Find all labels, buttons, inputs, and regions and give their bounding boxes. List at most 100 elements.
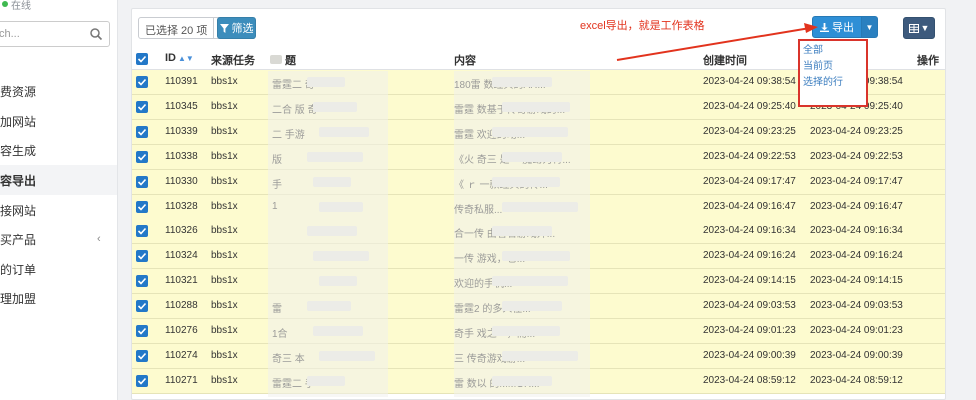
cell-updated: 2023-04-24 09:03:53 [810, 300, 903, 312]
sidebar-item-label: 容导出 [0, 173, 37, 188]
sidebar-item-buy-product[interactable]: 买产品 ‹ [0, 224, 117, 254]
cell-created: 2023-04-24 09:23:25 [703, 125, 796, 137]
select-all-checkbox[interactable] [136, 53, 148, 65]
column-header-id[interactable]: ID ▲▼ [165, 52, 194, 64]
sidebar-item-label: 买产品 [0, 232, 37, 247]
cell-updated: 2023-04-24 09:14:15 [810, 275, 903, 287]
cell-id: 110339 [165, 125, 198, 137]
cell-created: 2023-04-24 09:14:15 [703, 275, 796, 287]
row-checkbox[interactable] [136, 175, 148, 188]
cell-id: 110330 [165, 175, 198, 187]
row-checkbox[interactable] [136, 349, 148, 362]
sort-icon[interactable]: ▲▼ [178, 54, 194, 63]
cell-created: 2023-04-24 09:00:39 [703, 349, 796, 361]
column-header-created[interactable]: 创建时间 [703, 52, 747, 68]
row-checkbox[interactable] [136, 325, 148, 337]
cell-source: bbs1x [211, 100, 238, 112]
download-icon [820, 22, 829, 32]
column-header-title[interactable]: 题 [285, 52, 296, 68]
column-header-action: 操作 [917, 55, 939, 67]
sidebar-search-placeholder: ch... [0, 28, 20, 40]
cell-id: 110271 [165, 374, 198, 386]
columns-toggle-button[interactable]: ▼ [903, 17, 935, 39]
cell-created: 2023-04-24 09:16:34 [703, 225, 796, 237]
sidebar-search-input[interactable]: ch... [0, 21, 110, 47]
row-checkbox[interactable] [136, 300, 148, 313]
cell-created: 2023-04-24 08:59:12 [703, 374, 796, 386]
sidebar-item-free-resources[interactable]: 费资源 [0, 76, 117, 106]
sidebar-item-content-export[interactable]: 容导出 [0, 165, 117, 195]
table-icon [908, 23, 919, 33]
redaction-overlay [454, 71, 590, 397]
row-checkbox[interactable] [136, 125, 148, 138]
search-icon[interactable] [89, 27, 103, 41]
row-checkbox[interactable] [136, 374, 148, 387]
cell-updated: 2023-04-24 09:01:23 [810, 325, 903, 336]
online-status-label: 在线 [11, 0, 31, 12]
cell-created: 2023-04-24 09:17:47 [703, 175, 796, 187]
export-menu-item-current-page[interactable]: 当前页 [800, 59, 866, 75]
sidebar-item-label: 加网站 [0, 114, 37, 129]
sidebar-item-label: 接网站 [0, 203, 37, 218]
sidebar-item-content-generate[interactable]: 容生成 [0, 135, 117, 165]
cell-created: 2023-04-24 09:25:40 [703, 100, 796, 112]
row-checkbox[interactable] [136, 100, 148, 113]
row-checkbox[interactable] [136, 200, 148, 213]
caret-down-icon: ▼ [920, 23, 930, 33]
filter-button[interactable]: 筛选 [217, 17, 256, 39]
cell-updated: 2023-04-24 09:17:47 [810, 175, 903, 187]
cell-source: bbs1x [211, 275, 238, 287]
export-button-label: 导出 [832, 22, 854, 34]
online-dot-icon [2, 1, 8, 7]
column-header-source[interactable]: 来源任务 [211, 52, 255, 68]
export-menu-item-all[interactable]: 全部 [800, 43, 866, 59]
export-button[interactable]: 导出 [812, 16, 862, 38]
cell-id: 110391 [165, 76, 198, 87]
filter-icon [219, 23, 229, 33]
cell-created: 2023-04-24 09:38:54 [703, 76, 796, 87]
sidebar-item-franchise[interactable]: 理加盟 [0, 283, 117, 313]
cell-id: 110324 [165, 250, 198, 262]
cell-source: bbs1x [211, 300, 238, 312]
row-checkbox[interactable] [136, 76, 148, 88]
cell-id: 110338 [165, 150, 198, 162]
export-menu-item-selected-rows[interactable]: 选择的行 [800, 75, 866, 91]
row-checkbox[interactable] [136, 150, 148, 163]
cell-created: 2023-04-24 09:01:23 [703, 325, 796, 336]
sidebar-item-label: 理加盟 [0, 291, 37, 306]
cell-source: bbs1x [211, 200, 238, 212]
column-header-content[interactable]: 内容 [454, 52, 476, 68]
export-menu: 全部 当前页 选择的行 [798, 39, 868, 107]
cell-source: bbs1x [211, 349, 238, 361]
cell-updated: 2023-04-24 09:16:24 [810, 250, 903, 262]
row-checkbox[interactable] [136, 275, 148, 288]
sidebar-item-connect-site[interactable]: 接网站 [0, 195, 117, 225]
redaction-overlay [268, 71, 388, 397]
cell-id: 110326 [165, 225, 198, 237]
sidebar-item-label: 费资源 [0, 84, 37, 99]
cell-source: bbs1x [211, 175, 238, 187]
cell-id: 110276 [165, 325, 198, 336]
cell-id: 110321 [165, 275, 198, 287]
cell-created: 2023-04-24 09:22:53 [703, 150, 796, 162]
export-caret-icon[interactable]: ▼ [862, 16, 878, 38]
cell-source: bbs1x [211, 374, 238, 386]
cell-updated: 2023-04-24 09:16:34 [810, 225, 903, 237]
cell-id: 110274 [165, 349, 198, 361]
row-checkbox[interactable] [136, 225, 148, 238]
cell-created: 2023-04-24 09:03:53 [703, 300, 796, 312]
row-checkbox[interactable] [136, 250, 148, 263]
cell-updated: 2023-04-24 08:59:12 [810, 374, 903, 386]
cell-source: bbs1x [211, 325, 238, 336]
annotation-note: excel导出，就是工作表格 [580, 20, 705, 32]
cell-source: bbs1x [211, 225, 238, 237]
sidebar: 在线 ch... 费资源 加网站 容生成 容导出 接网站 买产品 ‹ 的订单 理加… [0, 0, 118, 400]
sidebar-item-add-site[interactable]: 加网站 [0, 106, 117, 136]
cell-created: 2023-04-24 09:16:47 [703, 200, 796, 212]
sidebar-item-my-orders[interactable]: 的订单 [0, 254, 117, 284]
content-export-panel: 已选择 20 项 ▼ 筛选 excel导出，就是工作表格 导出 ▼ ▼ ID▲▼… [131, 8, 946, 400]
sidebar-item-label: 容生成 [0, 143, 37, 158]
cell-id: 110328 [165, 200, 198, 212]
cell-updated: 2023-04-24 09:23:25 [810, 125, 903, 137]
chevron-left-icon: ‹ [97, 233, 101, 245]
